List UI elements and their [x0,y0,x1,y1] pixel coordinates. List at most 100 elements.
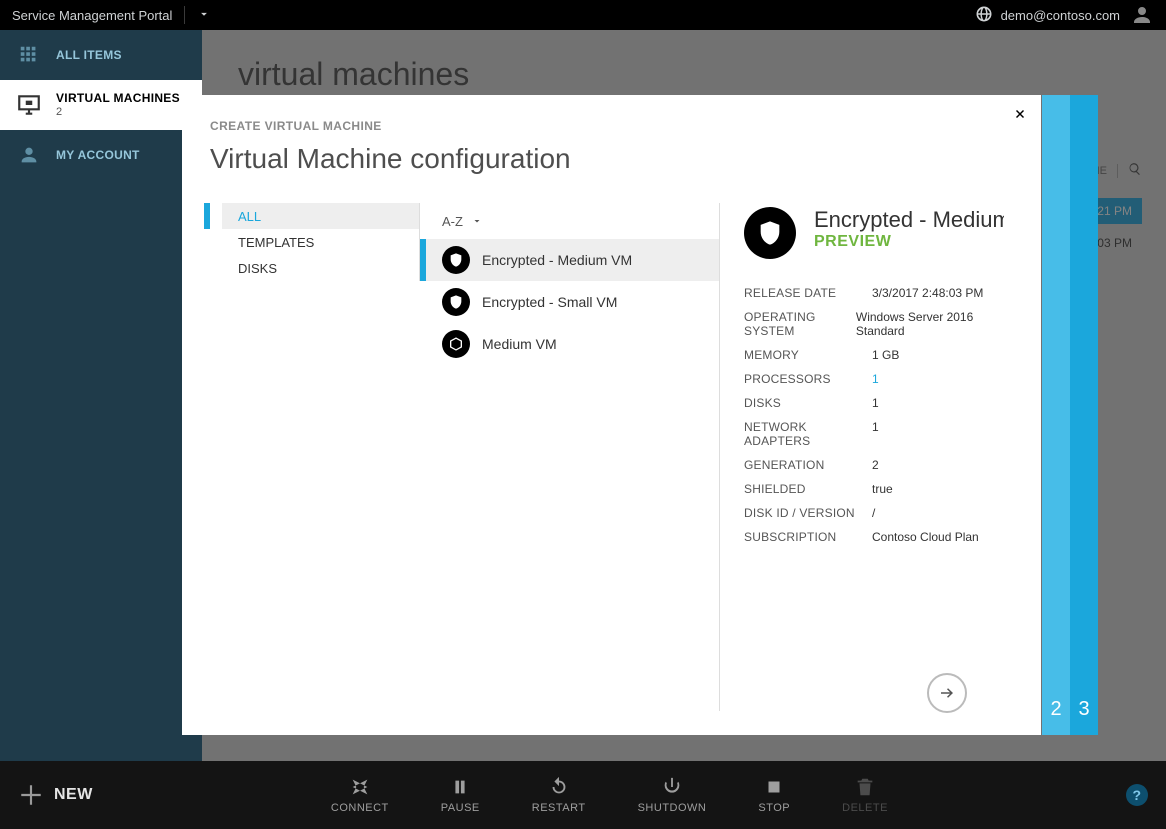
detail-key: PROCESSORS [744,372,872,386]
modal-title: Virtual Machine configuration [210,143,1014,175]
detail-row: DISK ID / VERSION/ [744,501,1004,525]
connect-icon [349,776,371,798]
filter-label: ALL [238,209,261,224]
detail-value: 2 [872,458,879,472]
preview-badge: PREVIEW [814,233,1004,251]
person-icon [14,140,44,170]
step-number: 2 [1050,698,1061,721]
wizard-step-3[interactable]: 3 [1070,95,1098,735]
detail-value: Contoso Cloud Plan [872,530,979,544]
sort-label: A-Z [442,214,463,229]
pause-button[interactable]: PAUSE [441,776,480,814]
detail-key: OPERATING SYSTEM [744,310,856,338]
filter-label: DISKS [238,261,277,276]
new-button[interactable]: NEW [18,782,93,808]
sidebar-item-count: 2 [56,106,180,118]
cube-icon [442,330,470,358]
detail-key: SHIELDED [744,482,872,496]
filter-label: TEMPLATES [238,235,314,250]
restart-icon [548,776,570,798]
detail-key: DISK ID / VERSION [744,506,872,520]
cmd-label: RESTART [532,802,586,814]
template-label: Medium VM [482,336,557,352]
step-number: 3 [1078,698,1089,721]
sort-dropdown[interactable]: A-Z [420,203,719,239]
detail-key: SUBSCRIPTION [744,530,872,544]
template-detail: Encrypted - Medium ... PREVIEW RELEASE D… [720,203,1014,711]
detail-row: PROCESSORS1 [744,367,1004,391]
detail-key: RELEASE DATE [744,286,872,300]
create-vm-modal: CREATE VIRTUAL MACHINE Virtual Machine c… [182,95,1041,735]
portal-title: Service Management Portal [12,8,172,23]
shield-icon [442,246,470,274]
detail-row: SHIELDEDtrue [744,477,1004,501]
detail-name: Encrypted - Medium ... [814,207,1004,233]
detail-row: SUBSCRIPTIONContoso Cloud Plan [744,525,1004,549]
detail-row: NETWORK ADAPTERS1 [744,415,1004,453]
close-icon[interactable] [1013,107,1027,126]
filter-disks[interactable]: DISKS [222,255,419,281]
sidebar-item-label: VIRTUAL MACHINES [56,92,180,105]
next-button[interactable] [927,673,967,713]
shield-icon [442,288,470,316]
restart-button[interactable]: RESTART [532,776,586,814]
detail-value: true [872,482,893,496]
detail-value: 1 GB [872,348,899,362]
help-button[interactable]: ? [1126,784,1148,806]
sidebar-item-all-items[interactable]: ALL ITEMS [0,30,202,80]
delete-button: DELETE [842,776,888,814]
cmd-label: CONNECT [331,802,389,814]
chevron-down-icon [471,215,483,227]
pause-icon [449,776,471,798]
grid-icon [14,40,44,70]
shutdown-icon [661,776,683,798]
shutdown-button[interactable]: SHUTDOWN [638,776,707,814]
sidebar-item-label: MY ACCOUNT [56,148,140,162]
topbar-divider [184,6,185,24]
plus-icon [18,782,44,808]
detail-value: 3/3/2017 2:48:03 PM [872,286,983,300]
cmd-label: STOP [758,802,790,814]
detail-value: 1 [872,396,879,410]
detail-key: NETWORK ADAPTERS [744,420,872,448]
wizard-step-2[interactable]: 2 [1042,95,1070,735]
top-bar: Service Management Portal demo@contoso.c… [0,0,1166,30]
stop-button[interactable]: STOP [758,776,790,814]
detail-key: GENERATION [744,458,872,472]
detail-row: MEMORY1 GB [744,343,1004,367]
new-label: NEW [54,786,93,804]
cmd-label: PAUSE [441,802,480,814]
stop-icon [763,776,785,798]
sidebar-item-virtual-machines[interactable]: VIRTUAL MACHINES 2 [0,80,202,130]
filter-all[interactable]: ALL [222,203,419,229]
detail-row: OPERATING SYSTEMWindows Server 2016 Stan… [744,305,1004,343]
globe-icon [975,5,1001,26]
modal-breadcrumb: CREATE VIRTUAL MACHINE [210,119,1014,133]
delete-icon [854,776,876,798]
detail-row: RELEASE DATE3/3/2017 2:48:03 PM [744,281,1004,305]
wizard-step-rail: 2 3 [1042,95,1098,735]
user-email[interactable]: demo@contoso.com [1001,8,1120,23]
filter-templates[interactable]: TEMPLATES [222,229,419,255]
connect-button[interactable]: CONNECT [331,776,389,814]
template-item-encrypted-medium[interactable]: Encrypted - Medium VM [420,239,719,281]
detail-key: DISKS [744,396,872,410]
sidebar: ALL ITEMS VIRTUAL MACHINES 2 MY ACCOUNT [0,30,202,761]
cmd-label: SHUTDOWN [638,802,707,814]
detail-value: 1 [872,372,879,386]
sidebar-item-label: ALL ITEMS [56,48,122,62]
template-list: A-Z Encrypted - Medium VM Encrypted - Sm… [420,203,720,711]
sidebar-item-my-account[interactable]: MY ACCOUNT [0,130,202,180]
monitor-icon [14,90,44,120]
chevron-down-icon[interactable] [197,7,211,24]
command-bar: NEW CONNECT PAUSE RESTART SHUTDOWN STOP DELET… [0,761,1166,829]
template-item-medium[interactable]: Medium VM [420,323,719,365]
detail-value: Windows Server 2016 Standard [856,310,1004,338]
template-item-encrypted-small[interactable]: Encrypted - Small VM [420,281,719,323]
cmd-label: DELETE [842,802,888,814]
template-label: Encrypted - Small VM [482,294,617,310]
user-avatar-icon[interactable] [1130,3,1154,27]
shield-icon [744,207,796,259]
detail-row: GENERATION2 [744,453,1004,477]
detail-value: 1 [872,420,879,448]
